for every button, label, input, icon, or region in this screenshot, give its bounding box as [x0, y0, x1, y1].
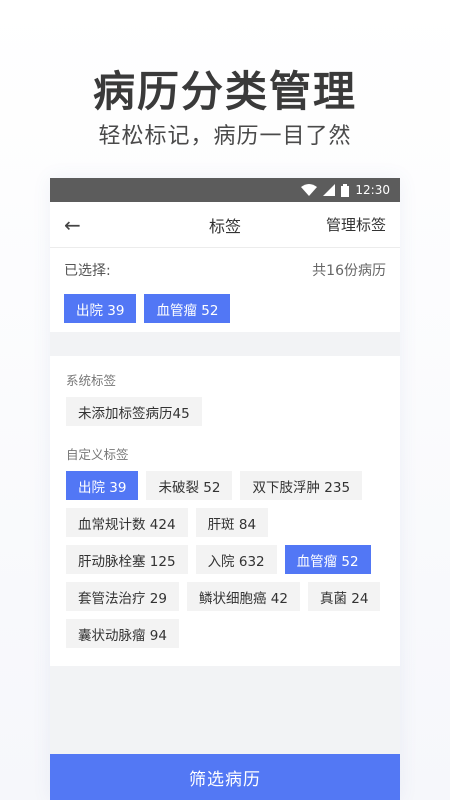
tag-chip[interactable]: 双下肢浮肿 235 [240, 471, 363, 500]
tag-chip[interactable]: 未添加标签病历45 [66, 397, 202, 426]
tag-chip[interactable]: 出院 39 [66, 471, 139, 500]
tag-chip[interactable]: 真菌 24 [307, 582, 381, 611]
manage-tags-button[interactable]: 管理标签 [326, 214, 386, 235]
tag-chip[interactable]: 肝斑 84 [195, 508, 269, 537]
tag-chip[interactable]: 套管法治疗 29 [66, 582, 179, 611]
system-tags-label: 系统标签 [66, 373, 117, 388]
tag-chip[interactable]: 血管瘤 52 [144, 294, 231, 323]
filter-records-button[interactable]: 筛选病历 [50, 754, 400, 800]
selected-tags: 出院 39 血管瘤 52 [64, 294, 386, 323]
tag-chip[interactable]: 未破裂 52 [146, 471, 233, 500]
tag-panel: 系统标签 未添加标签病历45 自定义标签 出院 39 未破裂 52 双下肢浮肿 23… [50, 356, 400, 666]
arrow-left-icon[interactable]: ← [64, 215, 81, 235]
tag-chip[interactable]: 肝动脉栓塞 125 [66, 545, 188, 574]
battery-icon [341, 183, 350, 197]
selected-label: 已选择: [64, 263, 111, 279]
signal-icon [323, 184, 336, 196]
selected-section: 已选择: 共16份病历 出院 39 血管瘤 52 [50, 248, 400, 332]
tag-chip[interactable]: 血常规计数 424 [66, 508, 188, 537]
phone-screen: 12:30 ← 标签 管理标签 已选择: 共16份病历 出院 39 血管瘤 52 … [50, 178, 400, 800]
wifi-icon [301, 184, 318, 196]
status-bar: 12:30 [50, 178, 400, 202]
tag-chip[interactable]: 鳞状细胞癌 42 [186, 582, 300, 611]
system-tags: 未添加标签病历45 [66, 397, 386, 426]
status-time: 12:30 [355, 183, 390, 197]
tag-chip[interactable]: 血管瘤 52 [284, 545, 371, 574]
hero-subtitle: 轻松标记，病历一目了然 [98, 124, 352, 149]
tag-chip[interactable]: 出院 39 [64, 294, 137, 323]
hero-title: 病历分类管理 [92, 67, 357, 116]
tag-chip[interactable]: 囊状动脉瘤 94 [66, 619, 179, 648]
tag-chip[interactable]: 入院 632 [195, 545, 277, 574]
custom-tags-label: 自定义标签 [66, 447, 129, 462]
custom-tags: 出院 39 未破裂 52 双下肢浮肿 235 血常规计数 424 肝斑 84 肝动脉栓塞 … [66, 471, 386, 648]
app-bar: ← 标签 管理标签 [50, 202, 400, 248]
record-count: 共16份病历 [312, 263, 386, 279]
